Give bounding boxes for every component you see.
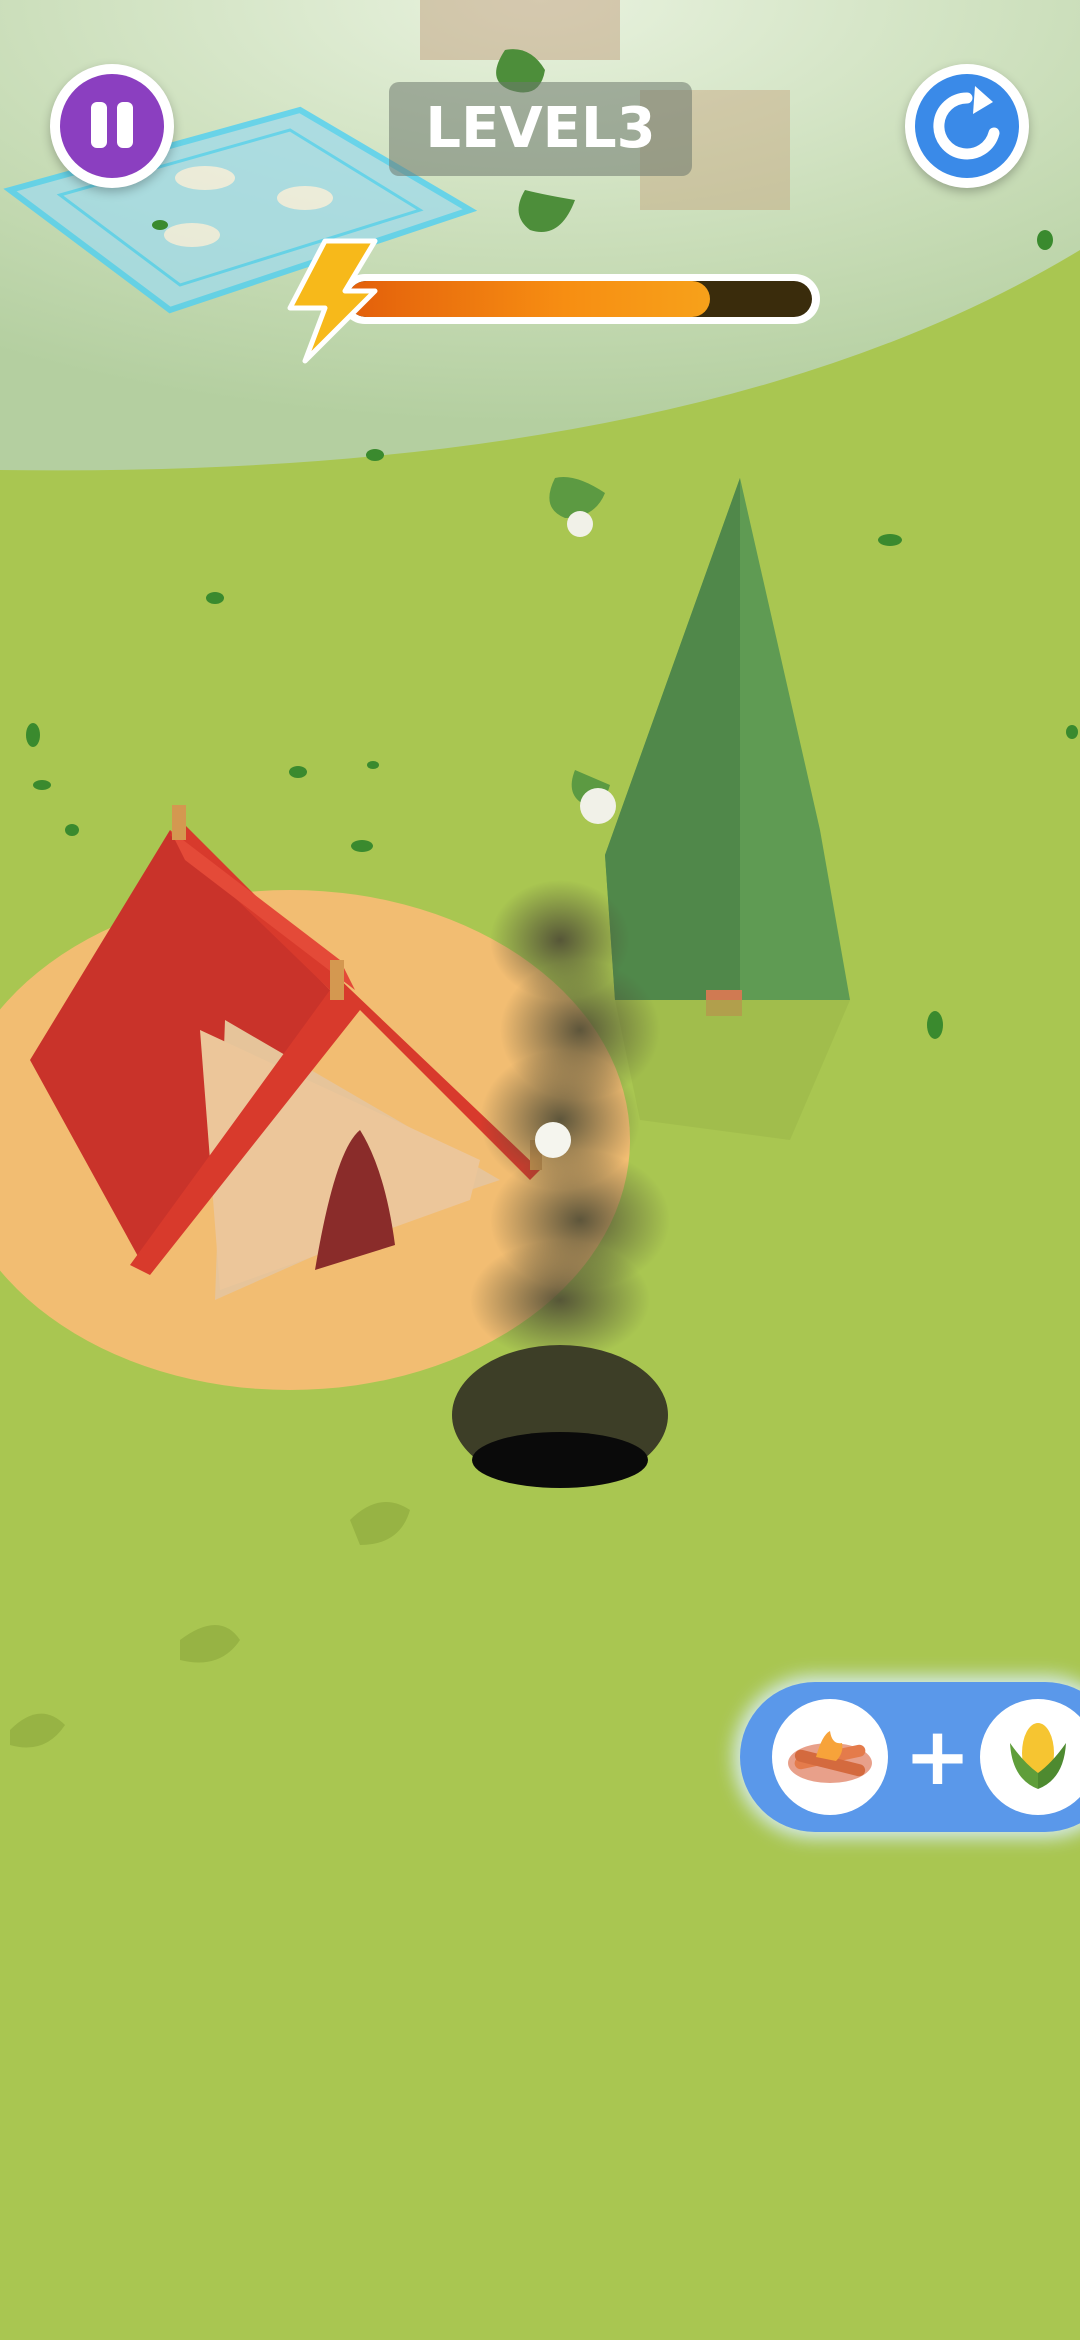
goal-panel: +: [740, 1682, 1080, 1832]
level-label: LEVEL3: [389, 82, 692, 176]
energy-fill: [348, 281, 710, 317]
game-scene: [0, 0, 1080, 2340]
pause-button[interactable]: [50, 64, 174, 188]
lightning-bolt-icon: [287, 238, 378, 364]
player-hole[interactable]: [452, 1345, 668, 1488]
corn-icon: [1010, 1723, 1066, 1789]
goal-plus-sign: +: [904, 1710, 972, 1803]
energy-bar: [340, 274, 820, 324]
pause-icon: [91, 102, 133, 148]
restart-button[interactable]: [905, 64, 1029, 188]
goal-item-corn: [980, 1699, 1080, 1815]
goal-item-campfire: [772, 1699, 888, 1815]
campfire-icon: [788, 1731, 872, 1783]
restart-icon: [933, 86, 1000, 160]
